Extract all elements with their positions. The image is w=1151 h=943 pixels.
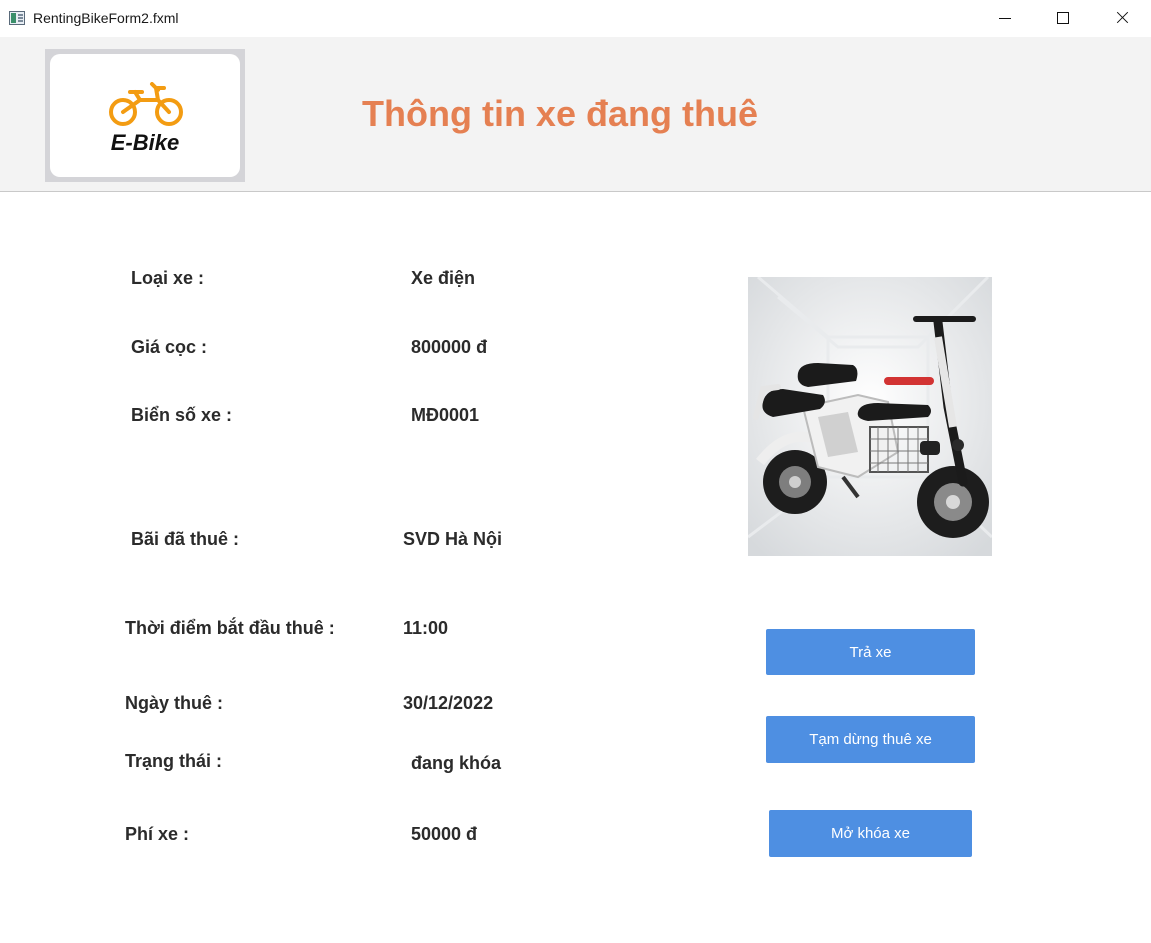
logo: E-Bike xyxy=(45,49,245,182)
deposit-value: 800000 đ xyxy=(411,337,488,357)
start-time-value: 11:00 xyxy=(403,618,449,638)
page-title: Thông tin xe đang thuê xyxy=(362,93,758,134)
rent-date-value: 30/12/2022 xyxy=(403,693,494,713)
start-time-label: Thời điểm bắt đầu thuê : xyxy=(125,618,335,638)
logo-text: E-Bike xyxy=(110,130,180,155)
fee-label: Phí xe : xyxy=(125,824,190,844)
bike-photo xyxy=(748,277,992,556)
bicycle-icon xyxy=(109,82,183,126)
status-value: đang khóa xyxy=(411,753,502,773)
window-titlebar: RentingBikeForm2.fxml xyxy=(0,0,1151,37)
return-bike-button[interactable]: Trả xe xyxy=(766,629,975,675)
bike-type-value: Xe điện xyxy=(411,268,476,288)
status-label: Trạng thái : xyxy=(125,751,223,771)
station-value: SVD Hà Nội xyxy=(403,529,503,549)
rent-date-label: Ngày thuê : xyxy=(125,693,224,713)
maximize-icon[interactable] xyxy=(1035,0,1093,37)
minimize-icon[interactable] xyxy=(977,0,1035,37)
station-label: Bãi đã thuê : xyxy=(131,529,240,549)
close-icon[interactable] xyxy=(1093,0,1151,37)
pause-rental-button[interactable]: Tạm dừng thuê xe xyxy=(766,716,975,763)
plate-value: MĐ0001 xyxy=(411,405,480,425)
page-header: E-Bike Thông tin xe đang thuê xyxy=(0,37,1151,192)
bike-type-label: Loại xe : xyxy=(131,268,205,288)
plate-label: Biển số xe : xyxy=(131,405,233,425)
app-window-icon xyxy=(9,11,25,25)
unlock-bike-button[interactable]: Mở khóa xe xyxy=(769,810,972,857)
window-title: RentingBikeForm2.fxml xyxy=(33,10,179,26)
fee-value: 50000 đ xyxy=(411,824,478,844)
logo-card: E-Bike xyxy=(50,54,240,177)
deposit-label: Giá cọc : xyxy=(131,337,208,357)
